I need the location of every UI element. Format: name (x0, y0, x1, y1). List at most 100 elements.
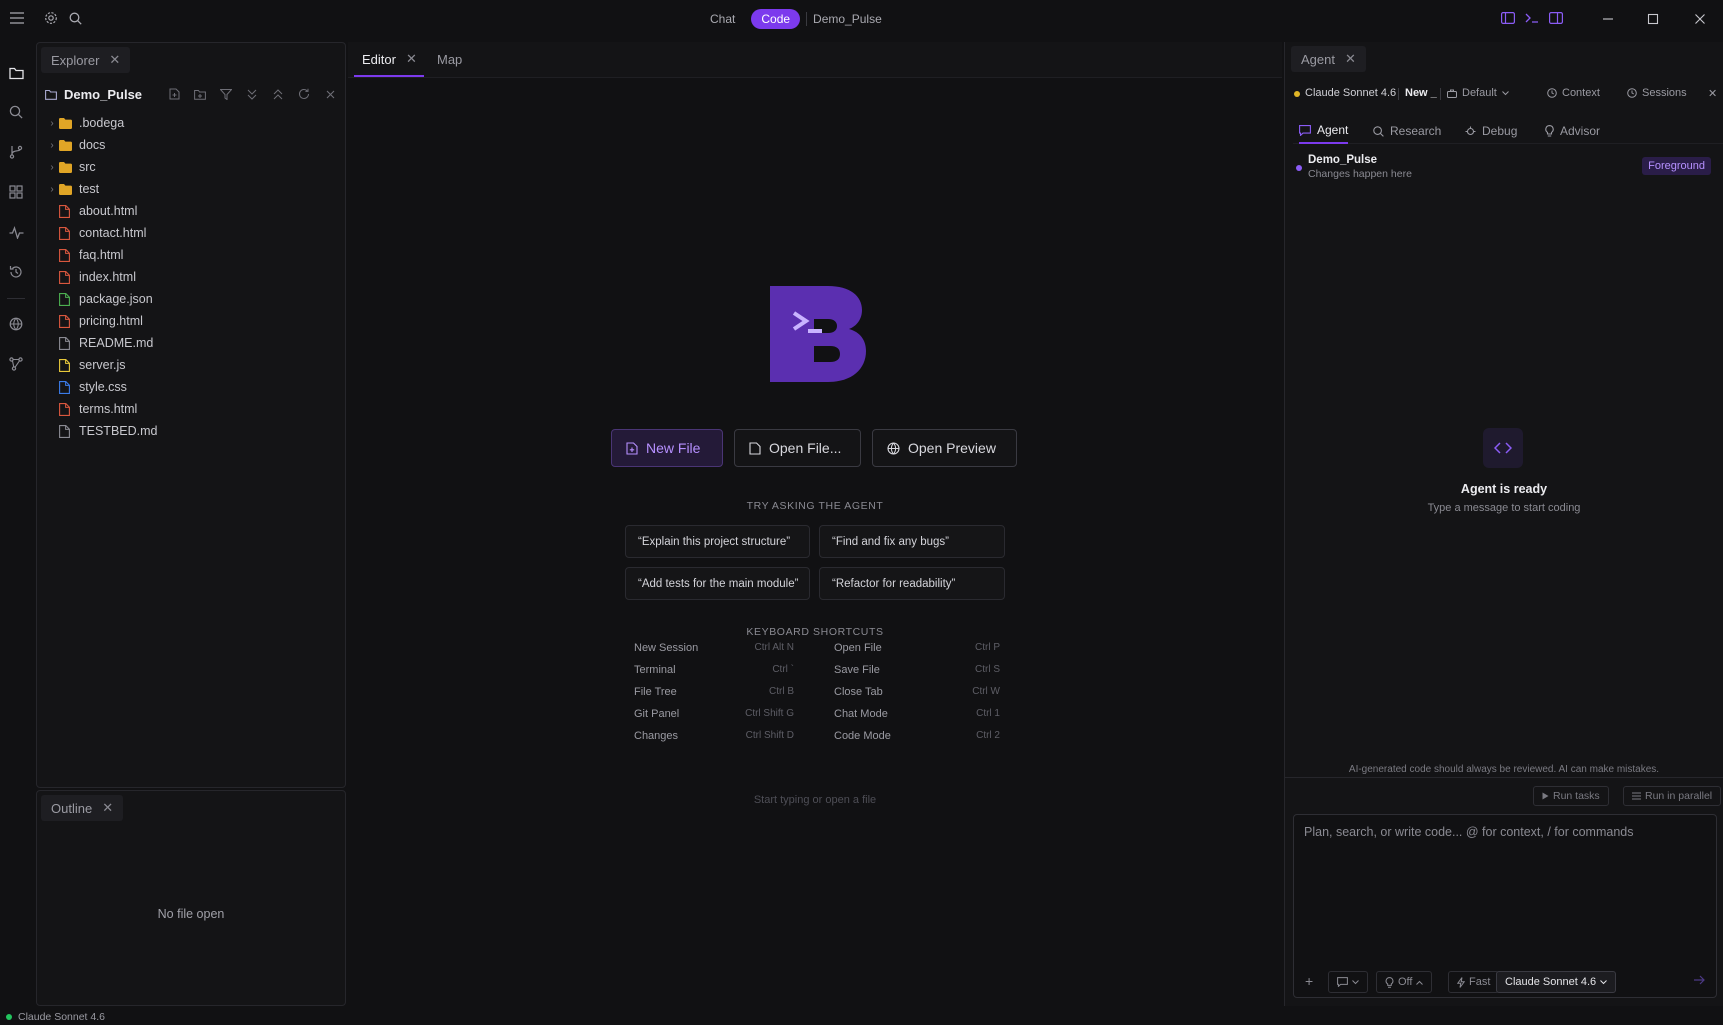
tab-debug-mode[interactable]: Debug (1465, 118, 1517, 144)
shortcut-name: Save File (834, 664, 880, 676)
folder-item[interactable]: › src (45, 157, 95, 177)
file-icon (59, 358, 72, 372)
send-icon[interactable] (1694, 975, 1706, 985)
folder-item[interactable]: › docs (45, 135, 105, 155)
divider (1440, 88, 1441, 100)
new-session-label[interactable]: New _ (1405, 87, 1437, 99)
file-name: TESTBED.md (79, 424, 158, 438)
search-icon[interactable] (5, 101, 27, 123)
file-item[interactable]: terms.html (45, 399, 137, 419)
file-item[interactable]: about.html (45, 201, 137, 221)
suggestion-chip[interactable]: “Refactor for readability” (819, 567, 1005, 600)
chat-mode-dropdown[interactable] (1328, 971, 1368, 993)
tab-agent-mode[interactable]: Agent (1299, 118, 1349, 144)
file-item[interactable]: package.json (45, 289, 153, 309)
tab-editor[interactable]: Editor ✕ (352, 46, 427, 72)
agent-panel-toggle-icon[interactable] (1546, 8, 1566, 28)
tab-agent[interactable]: Agent ✕ (1291, 46, 1366, 72)
chat-icon (1299, 124, 1311, 136)
model-name[interactable]: Claude Sonnet 4.6 (1305, 87, 1396, 99)
agent-ready-title: Agent is ready (1460, 482, 1548, 496)
tab-outline[interactable]: Outline ✕ (41, 795, 124, 821)
globe-icon[interactable] (5, 313, 27, 335)
session-item[interactable]: Demo_Pulse Changes happen here Foregroun… (1293, 150, 1717, 184)
activity-pulse-icon[interactable] (5, 221, 27, 243)
chevron-down-icon (1600, 979, 1607, 985)
file-item[interactable]: style.css (45, 377, 127, 397)
divider (806, 12, 808, 26)
model-select[interactable]: Claude Sonnet 4.6 (1496, 971, 1617, 993)
new-file-icon (626, 441, 638, 455)
divider (7, 298, 25, 299)
chevron-right-icon[interactable]: › (45, 118, 59, 129)
folder-icon (59, 116, 72, 130)
file-item[interactable]: TESTBED.md (45, 421, 158, 441)
context-button[interactable]: Context (1547, 87, 1600, 99)
default-permission-dropdown[interactable]: Default (1447, 87, 1509, 99)
git-branch-icon[interactable] (5, 141, 27, 163)
open-preview-button[interactable]: Open Preview (872, 429, 1017, 467)
tab-advisor-mode[interactable]: Advisor (1545, 118, 1600, 144)
close-window-icon[interactable] (1689, 9, 1711, 29)
empty-state-text: No file open (157, 907, 225, 921)
new-folder-icon[interactable] (191, 85, 209, 103)
run-in-parallel-button[interactable]: Run in parallel (1623, 786, 1722, 806)
file-item[interactable]: README.md (45, 333, 153, 353)
file-item[interactable]: contact.html (45, 223, 146, 243)
open-file-button[interactable]: Open File... (734, 429, 861, 467)
chevron-right-icon[interactable]: › (45, 184, 59, 195)
sidebar-toggle-icon[interactable] (1498, 8, 1518, 28)
file-item[interactable]: server.js (45, 355, 126, 375)
editor-hint: Start typing or open a file (753, 794, 877, 806)
thinking-toggle[interactable]: Off (1376, 971, 1433, 993)
close-icon[interactable]: ✕ (102, 800, 113, 816)
new-file-icon[interactable] (165, 85, 183, 103)
new-file-button[interactable]: New File (611, 429, 723, 467)
files-icon[interactable] (5, 62, 27, 84)
collapse-all-icon[interactable] (269, 85, 287, 103)
extensions-icon[interactable] (5, 181, 27, 203)
add-icon[interactable]: + (1305, 973, 1313, 989)
suggestion-chip[interactable]: “Explain this project structure” (625, 525, 810, 558)
terminal-icon[interactable] (1522, 8, 1542, 28)
close-icon[interactable]: ✕ (109, 52, 120, 68)
fast-toggle[interactable]: Fast (1448, 971, 1500, 993)
mode-code-button[interactable]: Code (751, 9, 801, 29)
gear-icon[interactable] (41, 8, 61, 28)
graph-icon[interactable] (5, 353, 27, 375)
shortcut-key: Ctrl Alt N (754, 642, 794, 653)
tab-map[interactable]: Map (427, 46, 472, 72)
chevron-right-icon[interactable]: › (45, 140, 59, 151)
run-tasks-button[interactable]: Run tasks (1533, 786, 1609, 806)
folder-item[interactable]: › .bodega (45, 113, 124, 133)
folder-item[interactable]: › test (45, 179, 99, 199)
status-model[interactable]: Claude Sonnet 4.6 (18, 1011, 105, 1023)
close-icon[interactable]: ✕ (1345, 51, 1356, 67)
close-icon[interactable]: ✕ (406, 51, 417, 67)
message-input[interactable] (1304, 825, 1704, 839)
refresh-icon[interactable] (295, 85, 313, 103)
expand-all-icon[interactable] (243, 85, 261, 103)
file-icon (59, 270, 72, 284)
minimize-icon[interactable] (1597, 9, 1619, 29)
file-icon (59, 424, 72, 438)
file-item[interactable]: index.html (45, 267, 136, 287)
search-icon[interactable] (65, 8, 85, 28)
chevron-right-icon[interactable]: › (45, 162, 59, 173)
suggestion-chip[interactable]: “Find and fix any bugs” (819, 525, 1005, 558)
sessions-button[interactable]: Sessions (1627, 87, 1687, 99)
close-icon[interactable]: ✕ (1708, 87, 1717, 100)
divider (1285, 777, 1723, 778)
file-item[interactable]: pricing.html (45, 311, 143, 331)
tab-explorer[interactable]: Explorer ✕ (41, 47, 131, 73)
mode-chat-button[interactable]: Chat (700, 9, 745, 29)
menu-icon[interactable] (7, 8, 27, 28)
close-icon[interactable] (321, 85, 339, 103)
project-name[interactable]: Demo_Pulse (64, 87, 142, 102)
file-item[interactable]: faq.html (45, 245, 123, 265)
filter-icon[interactable] (217, 85, 235, 103)
history-icon[interactable] (5, 261, 27, 283)
suggestion-chip[interactable]: “Add tests for the main module” (625, 567, 810, 600)
tab-research-mode[interactable]: Research (1373, 118, 1441, 144)
maximize-icon[interactable] (1642, 9, 1664, 29)
